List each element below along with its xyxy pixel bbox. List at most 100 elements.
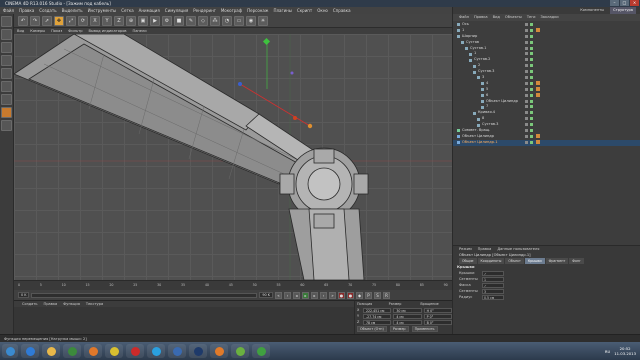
select-icon[interactable]: ➚	[42, 15, 52, 26]
enable-check-icon[interactable]	[530, 134, 533, 138]
prev-frame-button[interactable]: ◂	[293, 291, 300, 299]
visibility-dot-icon[interactable]	[525, 52, 528, 56]
visibility-dot-icon[interactable]	[525, 99, 528, 103]
texture-mode-button[interactable]	[1, 42, 12, 53]
visibility-dot-icon[interactable]	[525, 81, 528, 85]
position-field[interactable]: 78 см	[363, 319, 392, 325]
pen-icon[interactable]: ✎	[186, 15, 196, 26]
workplane-button[interactable]	[1, 120, 12, 131]
start-taskbar-button[interactable]	[2, 344, 18, 358]
attribute-tab-1[interactable]: Координаты	[477, 258, 505, 264]
visibility-dot-icon[interactable]	[525, 140, 528, 144]
y-icon[interactable]: Y	[102, 15, 112, 26]
object-top-tab-0[interactable]: Компоненты	[580, 7, 604, 14]
attribute-value-field[interactable]: 1	[482, 276, 504, 282]
enable-check-icon[interactable]	[530, 105, 533, 109]
opera-taskbar-button[interactable]	[126, 344, 144, 358]
visibility-dot-icon[interactable]	[525, 46, 528, 50]
size-field[interactable]: 4 см	[393, 319, 422, 325]
visibility-dot-icon[interactable]	[525, 64, 528, 68]
menu-item-2[interactable]: Создать	[39, 8, 56, 13]
attribute-tab-2[interactable]: Объект	[505, 258, 524, 264]
material-menu-item-3[interactable]: Текстура	[86, 301, 103, 307]
end-frame-field[interactable]: 90 K	[259, 292, 273, 298]
enable-check-icon[interactable]	[530, 28, 533, 32]
make-editable-button[interactable]	[1, 16, 12, 27]
enable-check-icon[interactable]	[530, 64, 533, 68]
visibility-dot-icon[interactable]	[525, 117, 528, 121]
visibility-dot-icon[interactable]	[525, 34, 528, 38]
play-button[interactable]: ▸	[302, 291, 309, 299]
enable-check-icon[interactable]	[530, 23, 533, 26]
visibility-dot-icon[interactable]	[525, 58, 528, 62]
visibility-dot-icon[interactable]	[525, 87, 528, 91]
menu-item-4[interactable]: Инструменты	[88, 8, 117, 13]
explorer-taskbar-button[interactable]	[42, 344, 60, 358]
attribute-tab-4[interactable]: Фрагмент	[545, 258, 569, 264]
light-icon[interactable]: ☀	[258, 15, 268, 26]
goto-start-button[interactable]: «	[275, 291, 282, 299]
menu-item-3[interactable]: Выделить	[62, 8, 83, 13]
enable-check-icon[interactable]	[530, 140, 533, 144]
enable-check-icon[interactable]	[530, 40, 533, 44]
clock[interactable]: 20:52 11.03.2013	[614, 346, 636, 356]
enable-check-icon[interactable]	[530, 111, 533, 115]
attribute-tab-5[interactable]: Фонг	[569, 258, 584, 264]
model-mode-button[interactable]	[1, 29, 12, 40]
scale-key-button[interactable]: S	[374, 291, 381, 299]
ie-taskbar-button[interactable]	[21, 344, 39, 358]
object-menu-item-3[interactable]: Объекты	[505, 14, 522, 21]
menu-item-13[interactable]: Окно	[317, 8, 328, 13]
menu-item-8[interactable]: Рендеринг	[193, 8, 216, 13]
next-key-button[interactable]: ›	[320, 291, 327, 299]
rot-key-button[interactable]: R	[383, 291, 390, 299]
rotation-field[interactable]: P 0°	[423, 313, 452, 319]
start-frame-field[interactable]: 0 K	[18, 292, 30, 298]
skype-taskbar-button[interactable]	[147, 344, 165, 358]
next-frame-button[interactable]: ▸	[311, 291, 318, 299]
visibility-dot-icon[interactable]	[525, 40, 528, 44]
utorrent-taskbar-button[interactable]	[231, 344, 249, 358]
size-mode-select[interactable]: Размер	[389, 326, 409, 332]
aimp-taskbar-button[interactable]	[210, 344, 228, 358]
array-icon[interactable]: ⁂	[210, 15, 220, 26]
chrome-taskbar-button[interactable]	[105, 344, 123, 358]
enable-check-icon[interactable]	[530, 52, 533, 56]
visibility-dot-icon[interactable]	[525, 105, 528, 109]
tag-icon[interactable]	[536, 87, 540, 92]
coord-mode-select[interactable]: Объект (Отн)	[357, 326, 387, 332]
keyframe-button[interactable]: ◆	[356, 291, 363, 299]
3d-viewport[interactable]	[14, 34, 452, 280]
position-field[interactable]: 222.451 см	[363, 307, 392, 313]
menu-item-5[interactable]: Сетка	[121, 8, 133, 13]
camera-icon[interactable]: ◉	[246, 15, 256, 26]
material-menu-item-1[interactable]: Правка	[44, 301, 58, 307]
media-taskbar-button[interactable]	[63, 344, 81, 358]
object-top-tab-1[interactable]: Структура	[610, 7, 636, 14]
menu-item-9[interactable]: Мокограф	[221, 8, 242, 13]
object-row[interactable]: Объект Цилиндр.1	[453, 139, 640, 146]
enable-check-icon[interactable]	[530, 58, 533, 62]
autokey-button[interactable]: ●	[347, 291, 354, 299]
timeline[interactable]: 0 5 10 15 20 25 30 35 40 45 50 55 60 65 70 75 80 85 90	[14, 280, 452, 290]
menu-item-14[interactable]: Справка	[333, 8, 351, 13]
z-icon[interactable]: Z	[114, 15, 124, 26]
snap-button[interactable]	[1, 107, 12, 118]
enable-check-icon[interactable]	[530, 70, 533, 74]
prev-key-button[interactable]: ‹	[284, 291, 291, 299]
size-field[interactable]: 30 см	[393, 307, 422, 313]
material-menu-item-0[interactable]: Создать	[22, 301, 38, 307]
apply-button[interactable]: Применить	[411, 326, 438, 332]
scale-icon[interactable]: ⤢	[66, 15, 76, 26]
visibility-dot-icon[interactable]	[525, 129, 528, 133]
menu-item-11[interactable]: Плагины	[273, 8, 292, 13]
minimize-button[interactable]: –	[610, 0, 619, 6]
close-button[interactable]: ×	[630, 0, 639, 6]
enable-check-icon[interactable]	[530, 76, 533, 80]
maximize-button[interactable]: □	[620, 0, 629, 6]
object-menu-item-1[interactable]: Правка	[474, 14, 488, 21]
position-field[interactable]: -27.74 см	[363, 313, 392, 319]
move-icon[interactable]: ✥	[54, 15, 64, 26]
cinema4d-taskbar-button[interactable]	[168, 344, 186, 358]
material-menu-item-2[interactable]: Функция	[63, 301, 80, 307]
